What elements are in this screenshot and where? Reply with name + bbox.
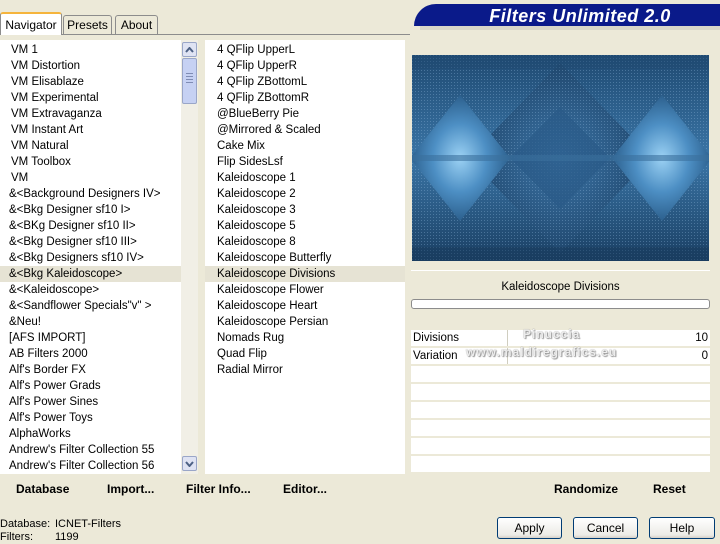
scroll-thumb[interactable] bbox=[182, 58, 197, 104]
filter-item[interactable]: Radial Mirror bbox=[205, 362, 405, 378]
param-slider-marker bbox=[507, 330, 508, 346]
category-item[interactable]: Alf's Power Sines bbox=[0, 394, 181, 410]
category-item[interactable]: Alf's Power Toys bbox=[0, 410, 181, 426]
watermark-line2: www.maldiregrafics.eu bbox=[466, 345, 618, 359]
filter-item[interactable]: Kaleidoscope Flower bbox=[205, 282, 405, 298]
filter-item[interactable]: Flip SidesLsf bbox=[205, 154, 405, 170]
chevron-up-icon bbox=[185, 46, 194, 53]
status-filters-label: Filters: bbox=[0, 531, 33, 543]
filter-item[interactable]: Kaleidoscope Butterfly bbox=[205, 250, 405, 266]
category-list[interactable]: VM 1 VM Distortion VM Elisablaze VM Experim… bbox=[0, 40, 181, 474]
category-item[interactable]: Alf's Border FX bbox=[0, 362, 181, 378]
filter-info-button[interactable]: Filter Info... bbox=[186, 482, 251, 496]
title-banner-shadow bbox=[420, 26, 720, 30]
category-item[interactable]: VM Extravaganza bbox=[0, 106, 181, 122]
filter-list[interactable]: 4 QFlip UpperL 4 QFlip UpperR 4 QFlip ZBot… bbox=[205, 40, 405, 474]
status-filters-value: 1199 bbox=[55, 531, 79, 543]
category-item[interactable]: VM Toolbox bbox=[0, 154, 181, 170]
param-row-empty bbox=[411, 456, 710, 472]
param-value[interactable]: 10 bbox=[695, 330, 708, 346]
progress-bar bbox=[411, 299, 710, 309]
param-value[interactable]: 0 bbox=[702, 348, 708, 364]
scroll-up-button[interactable] bbox=[182, 42, 197, 57]
filter-item[interactable]: Kaleidoscope 8 bbox=[205, 234, 405, 250]
status-database: Database: ICNET-Filters bbox=[0, 518, 121, 531]
category-item[interactable]: Andrew's Filter Collection 55 bbox=[0, 442, 181, 458]
watermark-line1: Pinuccia bbox=[523, 327, 581, 341]
category-item[interactable]: &<Background Designers IV> bbox=[0, 186, 181, 202]
filter-item[interactable]: Kaleidoscope 5 bbox=[205, 218, 405, 234]
category-item[interactable]: &Neu! bbox=[0, 314, 181, 330]
category-item[interactable]: VM Natural bbox=[0, 138, 181, 154]
category-item[interactable]: Alf's Power Grads bbox=[0, 378, 181, 394]
status-filters: Filters: 1199 bbox=[0, 531, 79, 544]
help-button[interactable]: Help bbox=[649, 517, 715, 539]
chevron-down-icon bbox=[185, 460, 194, 467]
editor-button[interactable]: Editor... bbox=[283, 482, 327, 496]
category-item[interactable]: &<Bkg Designers sf10 IV> bbox=[0, 250, 181, 266]
filter-item[interactable]: 4 QFlip UpperR bbox=[205, 58, 405, 74]
preview-image bbox=[412, 55, 709, 261]
category-item[interactable]: AlphaWorks bbox=[0, 426, 181, 442]
category-item[interactable]: [AFS IMPORT] bbox=[0, 330, 181, 346]
database-button[interactable]: Database bbox=[16, 482, 69, 496]
apply-button[interactable]: Apply bbox=[497, 517, 562, 539]
param-row-empty bbox=[411, 366, 710, 382]
category-item[interactable]: &<BKg Designer sf10 II> bbox=[0, 218, 181, 234]
param-label: Variation bbox=[413, 350, 458, 362]
filter-item[interactable]: Kaleidoscope 1 bbox=[205, 170, 405, 186]
status-database-value: ICNET-Filters bbox=[55, 518, 121, 530]
filter-item[interactable]: Cake Mix bbox=[205, 138, 405, 154]
category-item[interactable]: VM Instant Art bbox=[0, 122, 181, 138]
category-item[interactable]: &<Bkg Designer sf10 III> bbox=[0, 234, 181, 250]
status-database-label: Database: bbox=[0, 518, 51, 530]
filter-item[interactable]: Kaleidoscope Divisions bbox=[205, 266, 405, 282]
param-row-empty bbox=[411, 438, 710, 454]
param-row-empty bbox=[411, 384, 710, 400]
filter-item[interactable]: Nomads Rug bbox=[205, 330, 405, 346]
filter-item[interactable]: 4 QFlip UpperL bbox=[205, 42, 405, 58]
filter-item[interactable]: Kaleidoscope Persian bbox=[205, 314, 405, 330]
filter-item[interactable]: 4 QFlip ZBottomR bbox=[205, 90, 405, 106]
category-item[interactable]: &<Bkg Kaleidoscope> bbox=[0, 266, 181, 282]
import-button[interactable]: Import... bbox=[107, 482, 154, 496]
category-item[interactable]: VM bbox=[0, 170, 181, 186]
category-scrollbar[interactable] bbox=[181, 40, 198, 474]
filter-item[interactable]: @BlueBerry Pie bbox=[205, 106, 405, 122]
app-title: Filters Unlimited 2.0 bbox=[489, 6, 671, 26]
tab-navigator[interactable]: Navigator bbox=[0, 12, 62, 35]
cancel-button[interactable]: Cancel bbox=[573, 517, 638, 539]
preview-separator bbox=[411, 270, 710, 271]
category-item[interactable]: VM Elisablaze bbox=[0, 74, 181, 90]
tab-about[interactable]: About bbox=[115, 15, 158, 34]
filter-item[interactable]: Kaleidoscope 2 bbox=[205, 186, 405, 202]
category-item[interactable]: &<Sandflower Specials"v" > bbox=[0, 298, 181, 314]
category-item[interactable]: Andrew's Filter Collection 56 bbox=[0, 458, 181, 474]
randomize-button[interactable]: Randomize bbox=[554, 482, 618, 496]
scroll-down-button[interactable] bbox=[182, 456, 197, 471]
filter-item[interactable]: Quad Flip bbox=[205, 346, 405, 362]
param-row-empty bbox=[411, 420, 710, 436]
current-filter-name: Kaleidoscope Divisions bbox=[501, 281, 620, 293]
category-item[interactable]: &<Bkg Designer sf10 I> bbox=[0, 202, 181, 218]
filter-item[interactable]: Kaleidoscope Heart bbox=[205, 298, 405, 314]
category-item[interactable]: AB Filters 2000 bbox=[0, 346, 181, 362]
category-item[interactable]: VM 1 bbox=[0, 42, 181, 58]
category-item[interactable]: VM Distortion bbox=[0, 58, 181, 74]
category-item[interactable]: VM Experimental bbox=[0, 90, 181, 106]
param-row-empty bbox=[411, 402, 710, 418]
category-item[interactable]: &<Kaleidoscope> bbox=[0, 282, 181, 298]
filter-item[interactable]: 4 QFlip ZBottomL bbox=[205, 74, 405, 90]
tab-presets[interactable]: Presets bbox=[63, 15, 112, 34]
filter-item[interactable]: @Mirrored & Scaled bbox=[205, 122, 405, 138]
filter-item[interactable]: Kaleidoscope 3 bbox=[205, 202, 405, 218]
param-label: Divisions bbox=[413, 332, 460, 344]
reset-button[interactable]: Reset bbox=[653, 482, 686, 496]
